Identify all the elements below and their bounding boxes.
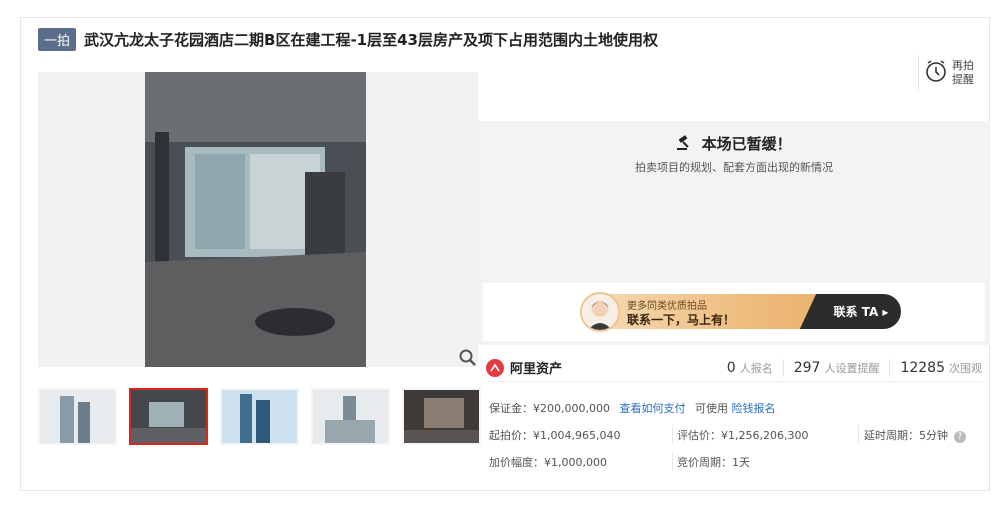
contact-ta-button[interactable]: 联系 TA ▸ xyxy=(821,294,901,329)
appraisal-price: 评估价：¥1,256,206,300 xyxy=(677,429,809,442)
contact-banner[interactable]: 更多同类优质拍品 联系一下，马上有！ 联系 TA ▸ xyxy=(483,283,985,341)
divider xyxy=(672,425,673,443)
bid-cycle: 竞价周期：1天 xyxy=(677,456,750,469)
bid-increment: 加价幅度：¥1,000,000 xyxy=(489,456,607,469)
reminder-label: 人设置提醒 xyxy=(824,361,880,375)
start-price: 起拍价：¥1,004,965,040 xyxy=(489,429,621,442)
help-icon[interactable]: ? xyxy=(954,431,966,443)
divider xyxy=(889,358,891,377)
signup-label: 人报名 xyxy=(739,361,773,375)
divider xyxy=(672,452,673,470)
main-image[interactable] xyxy=(38,72,478,367)
divider xyxy=(858,425,859,443)
view-label: 次围观 xyxy=(949,361,982,375)
divider xyxy=(782,358,784,377)
ali-logo-icon xyxy=(486,358,504,377)
deposit-row: 保证金：¥200,000,000 查看如何支付 可使用 险钱报名 xyxy=(489,400,775,416)
paused-subtitle: 拍卖项目的规划、配套方面出现的新情况 xyxy=(635,161,833,174)
platform-name: 阿里资产 xyxy=(510,362,563,377)
signup-count: 0 xyxy=(726,359,736,376)
auction-round-badge: 一拍 xyxy=(38,27,77,51)
how-to-pay-link[interactable]: 查看如何支付 xyxy=(619,402,685,415)
alarm-clock-icon xyxy=(925,59,947,87)
loan-signup-link[interactable]: 险钱报名 xyxy=(731,402,775,415)
stats-counters: 0 人报名 297 人设置提醒 12285 次围观 xyxy=(726,358,982,377)
paused-title-text: 本场已暂缓！ xyxy=(701,135,792,153)
building-photo xyxy=(145,72,366,367)
deposit-amount: 保证金：¥200,000,000 xyxy=(489,402,610,415)
banner-big-text: 联系一下，马上有！ xyxy=(627,313,736,327)
remind-label: 再拍 提醒 xyxy=(952,59,974,87)
delay-cycle: 延时周期：5分钟 xyxy=(864,429,948,442)
remind-button[interactable]: 再拍 提醒 xyxy=(918,55,980,91)
zoom-icon[interactable] xyxy=(458,348,478,368)
reminder-count: 297 xyxy=(793,359,821,376)
thumbnail-active[interactable] xyxy=(129,388,208,445)
platform-logo: 阿里资产 xyxy=(486,358,562,377)
thumbnail[interactable] xyxy=(38,388,117,445)
title-row: 一拍 武汉亢龙太子花园酒店二期B区在建工程-1层至43层房产及项下占用范围内土地… xyxy=(38,27,658,51)
remind-line2: 提醒 xyxy=(952,73,974,86)
page-title: 武汉亢龙太子花园酒店二期B区在建工程-1层至43层房产及项下占用范围内土地使用权 xyxy=(84,30,658,49)
avatar xyxy=(580,292,620,332)
delay-cycle-row: 延时周期：5分钟? xyxy=(864,427,966,443)
thumbnail-strip xyxy=(38,388,481,445)
thumbnail[interactable] xyxy=(220,388,299,445)
thumbnail[interactable] xyxy=(402,388,481,445)
paused-title: 本场已暂缓！ xyxy=(478,133,990,154)
can-use-text: 可使用 xyxy=(694,402,728,415)
thumbnail[interactable] xyxy=(311,388,390,445)
remind-line1: 再拍 xyxy=(952,59,974,72)
stats-row: 阿里资产 0 人报名 297 人设置提醒 12285 次围观 xyxy=(486,354,982,382)
gavel-icon xyxy=(676,135,701,153)
banner-small-text: 更多同类优质拍品 xyxy=(627,301,707,312)
view-count: 12285 xyxy=(900,359,945,376)
